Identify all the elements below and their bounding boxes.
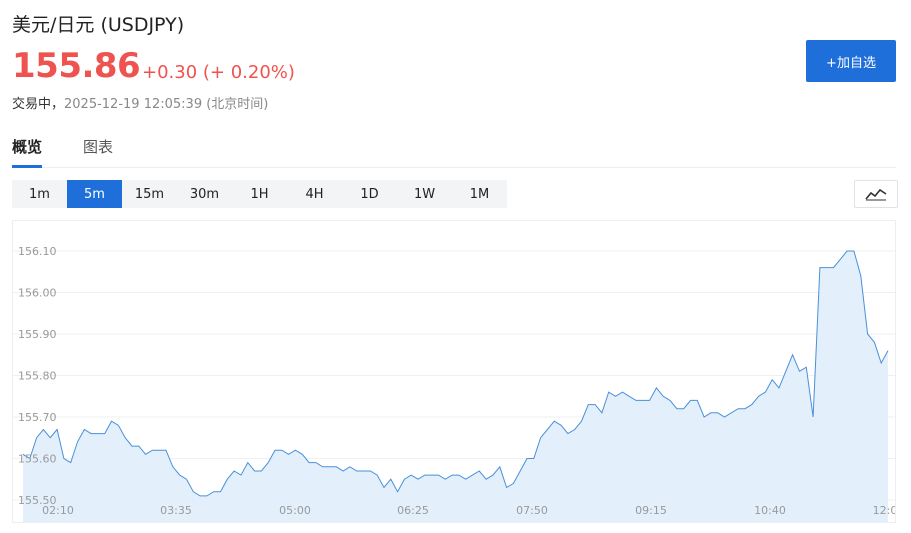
y-tick-label: 156.00 — [18, 287, 57, 300]
y-tick-label: 155.70 — [18, 411, 57, 424]
price-change: +0.30 (+ 0.20%) — [142, 62, 295, 83]
period-1w[interactable]: 1W — [397, 180, 452, 208]
x-tick-label: 06:25 — [397, 504, 429, 517]
quote-time: 2025-12-19 12:05:39 (北京时间) — [64, 97, 269, 112]
period-1mo[interactable]: 1M — [452, 180, 507, 208]
instrument-title: 美元/日元 (USDJPY) — [12, 14, 185, 36]
period-1h[interactable]: 1H — [232, 180, 287, 208]
price-chart-svg: 155.50155.60155.70155.80155.90156.00156.… — [13, 245, 895, 522]
line-chart-icon — [865, 188, 887, 201]
period-1m[interactable]: 1m — [12, 180, 67, 208]
y-tick-label: 155.60 — [18, 453, 57, 466]
tab-bar: 概览 图表 — [12, 130, 896, 168]
price-chart: 155.50 155.60 155.70 155.80 155.90 156.00 156.… — [12, 220, 896, 523]
x-tick-label: 10:40 — [754, 504, 786, 517]
x-tick-label: 05:00 — [279, 504, 311, 517]
trading-state: 交易中， — [12, 97, 65, 112]
add-watchlist-button[interactable]: +加自选 — [806, 40, 896, 82]
tab-overview[interactable]: 概览 — [12, 136, 43, 168]
period-5m[interactable]: 5m — [67, 180, 122, 208]
x-tick-label: 02:10 — [42, 504, 74, 517]
period-4h[interactable]: 4H — [287, 180, 342, 208]
last-price: 155.86 — [12, 46, 141, 86]
x-tick-label: 09:15 — [635, 504, 667, 517]
chart-type-button[interactable] — [854, 180, 898, 208]
period-selector: 1m 5m 15m 30m 1H 4H 1D 1W 1M — [12, 180, 507, 208]
y-tick-label: 155.80 — [18, 370, 57, 383]
x-tick-label: 03:35 — [160, 504, 192, 517]
price-area — [23, 251, 888, 522]
y-tick-label: 155.90 — [18, 328, 57, 341]
period-1d[interactable]: 1D — [342, 180, 397, 208]
x-tick-label: 07:50 — [516, 504, 548, 517]
trading-status: 交易中，2025-12-19 12:05:39 (北京时间) — [12, 93, 268, 112]
period-30m[interactable]: 30m — [177, 180, 232, 208]
y-tick-label: 156.10 — [18, 245, 57, 258]
x-tick-label: 12:0 — [873, 504, 895, 517]
tab-chart[interactable]: 图表 — [83, 136, 113, 165]
period-15m[interactable]: 15m — [122, 180, 177, 208]
